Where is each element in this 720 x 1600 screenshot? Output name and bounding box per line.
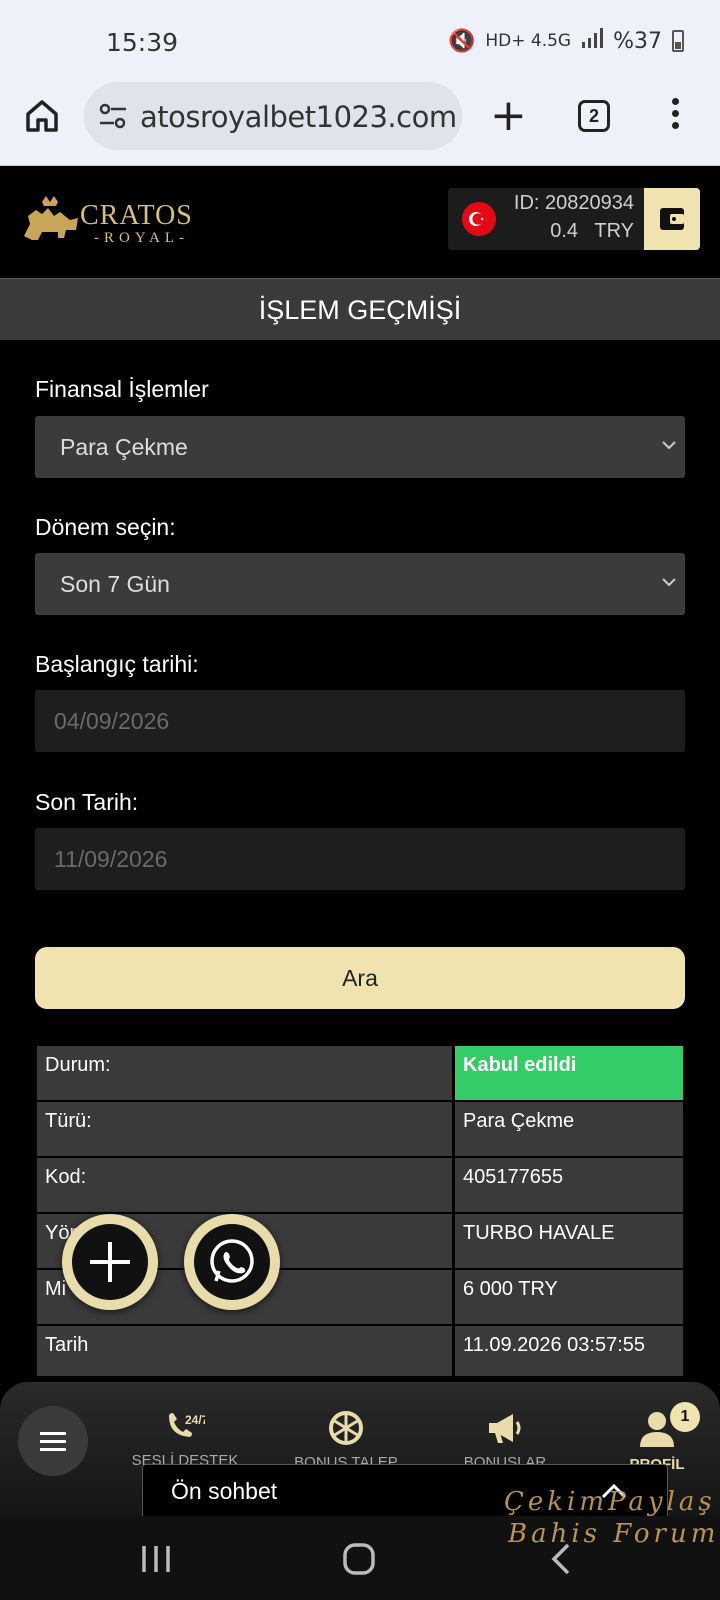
type-key: Türü: [37,1102,452,1156]
financial-label: Finansal İşlemler [35,376,209,402]
status-badge: Kabul edildi [455,1046,683,1100]
add-fab-button[interactable] [62,1214,158,1310]
profile-badge: 1 [670,1402,700,1432]
chevron-down-icon [662,578,676,587]
phone-24-7-icon: 24/7 [169,1413,205,1437]
chat-label: Ön sohbet [171,1478,278,1504]
date-key: Tarih [37,1326,452,1376]
start-date-label: Başlangıç tarihi: [35,651,199,677]
site-settings-icon[interactable] [98,102,128,130]
watermark-line2: Bahis Forum [508,1519,720,1549]
turkey-flag-icon [462,202,496,236]
wheel-icon [329,1411,363,1445]
url-text[interactable]: atosroyalbet1023.com [140,100,457,134]
megaphone-icon [489,1414,521,1443]
search-button[interactable]: Ara [35,947,685,1009]
watermark-line1: ÇekimPaylaş [504,1487,716,1517]
financial-select[interactable]: Para Çekme [35,416,685,478]
tab-switcher-icon[interactable]: 2 [578,100,610,132]
recent-apps-icon[interactable] [140,1544,172,1574]
date-value: 11.09.2026 03:57:55 [455,1326,683,1376]
site-header: CRATOS -ROYAL- ID: 20820934 0.4 TRY [0,166,720,276]
battery-text: %37 [613,28,662,54]
chevron-down-icon [662,441,676,450]
period-label: Dönem seçin: [35,514,176,540]
mute-icon: 🔇 [447,28,476,54]
svg-text:24/7: 24/7 [185,1413,205,1427]
svg-text:-ROYAL-: -ROYAL- [94,230,189,246]
account-panel[interactable]: ID: 20820934 0.4 TRY [448,188,700,250]
cratos-royal-logo[interactable]: CRATOS -ROYAL- [20,194,220,248]
whatsapp-icon [210,1239,254,1283]
period-select-value: Son 7 Gün [60,571,170,597]
account-balance: 0.4 TRY [550,220,634,242]
menu-button[interactable] [18,1406,88,1476]
home-icon[interactable] [24,98,64,138]
financial-select-value: Para Çekme [60,434,188,460]
status-icons: 🔇 HD+ 4.5G %37 [448,28,684,54]
more-icon[interactable] [672,98,680,134]
wallet-icon [660,208,684,230]
table-row: Durum: Kabul edildi [37,1046,683,1100]
address-bar[interactable]: atosroyalbet1023.com [84,82,462,150]
account-id: ID: 20820934 [513,192,634,214]
start-date-input[interactable]: 04/09/2026 [35,690,685,752]
clock: 15:39 [106,28,179,57]
home-nav-icon[interactable] [342,1542,376,1576]
method-value: TURBO HAVALE [455,1214,683,1268]
end-date-label: Son Tarih: [35,789,139,815]
tab-bonus-request[interactable]: BONUS TALEP [286,1410,406,1471]
plus-icon [90,1242,130,1282]
forum-watermark: ÇekimPaylaş Bahis Forum [504,1486,719,1550]
code-key: Kod: [37,1158,452,1212]
whatsapp-button[interactable] [184,1214,280,1310]
page-title: İŞLEM GEÇMİŞİ [0,278,720,340]
signal-icon [581,28,604,54]
tab-voice-support[interactable]: 24/7 SESLİ DESTEK [130,1410,240,1469]
network-indicator: HD+ 4.5G [485,31,572,51]
table-row: Tarih 11.09.2026 03:57:55 [37,1326,683,1376]
battery-icon [672,30,684,52]
new-tab-icon[interactable]: + [490,94,527,138]
code-value: 405177655 [455,1158,683,1212]
type-value: Para Çekme [455,1102,683,1156]
period-select[interactable]: Son 7 Gün [35,553,685,615]
table-row: Kod: 405177655 [37,1158,683,1212]
amount-value: 6 000 TRY [455,1270,683,1324]
wallet-button[interactable] [644,188,700,250]
table-row: Türü: Para Çekme [37,1102,683,1156]
end-date-input[interactable]: 11/09/2026 [35,828,685,890]
tab-bonuses[interactable]: BONUSLAR [456,1410,554,1471]
status-bar: 15:39 🔇 HD+ 4.5G %37 [0,0,720,82]
status-key: Durum: [37,1046,452,1100]
browser-toolbar: atosroyalbet1023.com + 2 [0,82,720,166]
svg-text:CRATOS: CRATOS [80,200,193,231]
